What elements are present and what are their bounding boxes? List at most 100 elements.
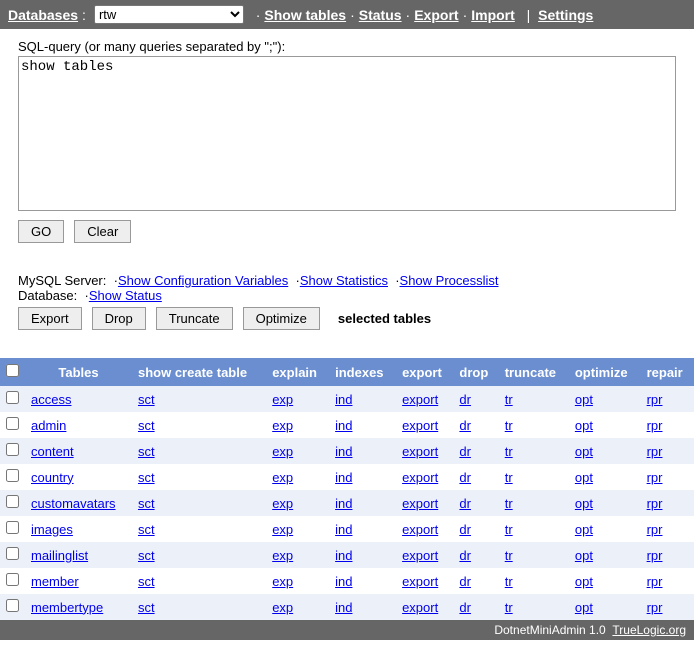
- optimize-link[interactable]: opt: [575, 522, 593, 537]
- truncate-button[interactable]: Truncate: [156, 307, 233, 330]
- export-link[interactable]: export: [402, 444, 438, 459]
- export-link[interactable]: export: [402, 522, 438, 537]
- optimize-link[interactable]: opt: [575, 496, 593, 511]
- table-name-link[interactable]: membertype: [31, 600, 103, 615]
- row-checkbox[interactable]: [6, 417, 19, 430]
- drop-button[interactable]: Drop: [92, 307, 146, 330]
- footer-link[interactable]: TrueLogic.org: [612, 623, 686, 637]
- repair-link[interactable]: rpr: [647, 496, 663, 511]
- truncate-link[interactable]: tr: [505, 418, 513, 433]
- indexes-link[interactable]: ind: [335, 600, 352, 615]
- drop-link[interactable]: dr: [459, 444, 471, 459]
- go-button[interactable]: GO: [18, 220, 64, 243]
- drop-link[interactable]: dr: [459, 418, 471, 433]
- truncate-link[interactable]: tr: [505, 496, 513, 511]
- sct-link[interactable]: sct: [138, 496, 155, 511]
- truncate-link[interactable]: tr: [505, 548, 513, 563]
- export-link[interactable]: export: [402, 496, 438, 511]
- table-name-link[interactable]: country: [31, 470, 74, 485]
- drop-link[interactable]: dr: [459, 496, 471, 511]
- table-name-link[interactable]: content: [31, 444, 74, 459]
- optimize-link[interactable]: opt: [575, 418, 593, 433]
- explain-link[interactable]: exp: [272, 574, 293, 589]
- explain-link[interactable]: exp: [272, 392, 293, 407]
- export-link[interactable]: export: [402, 470, 438, 485]
- repair-link[interactable]: rpr: [647, 392, 663, 407]
- table-name-link[interactable]: customavatars: [31, 496, 116, 511]
- repair-link[interactable]: rpr: [647, 418, 663, 433]
- truncate-link[interactable]: tr: [505, 470, 513, 485]
- sql-query-input[interactable]: show tables: [18, 56, 676, 211]
- show-proc-link[interactable]: Show Processlist: [400, 273, 499, 288]
- sct-link[interactable]: sct: [138, 574, 155, 589]
- truncate-link[interactable]: tr: [505, 392, 513, 407]
- export-link[interactable]: export: [402, 418, 438, 433]
- explain-link[interactable]: exp: [272, 496, 293, 511]
- explain-link[interactable]: exp: [272, 444, 293, 459]
- sct-link[interactable]: sct: [138, 444, 155, 459]
- indexes-link[interactable]: ind: [335, 392, 352, 407]
- sct-link[interactable]: sct: [138, 548, 155, 563]
- table-name-link[interactable]: mailinglist: [31, 548, 88, 563]
- optimize-link[interactable]: opt: [575, 392, 593, 407]
- import-link[interactable]: Import: [471, 7, 515, 23]
- export-link[interactable]: export: [402, 548, 438, 563]
- table-name-link[interactable]: access: [31, 392, 71, 407]
- export-link[interactable]: export: [402, 574, 438, 589]
- row-checkbox[interactable]: [6, 391, 19, 404]
- repair-link[interactable]: rpr: [647, 548, 663, 563]
- row-checkbox[interactable]: [6, 495, 19, 508]
- sct-link[interactable]: sct: [138, 392, 155, 407]
- database-select[interactable]: rtw: [94, 5, 244, 24]
- row-checkbox[interactable]: [6, 443, 19, 456]
- drop-link[interactable]: dr: [459, 600, 471, 615]
- truncate-link[interactable]: tr: [505, 444, 513, 459]
- row-checkbox[interactable]: [6, 469, 19, 482]
- select-all-checkbox[interactable]: [6, 364, 19, 377]
- repair-link[interactable]: rpr: [647, 600, 663, 615]
- clear-button[interactable]: Clear: [74, 220, 131, 243]
- export-link[interactable]: Export: [414, 7, 458, 23]
- truncate-link[interactable]: tr: [505, 574, 513, 589]
- drop-link[interactable]: dr: [459, 470, 471, 485]
- optimize-button[interactable]: Optimize: [243, 307, 320, 330]
- indexes-link[interactable]: ind: [335, 444, 352, 459]
- indexes-link[interactable]: ind: [335, 496, 352, 511]
- settings-link[interactable]: Settings: [538, 7, 593, 23]
- optimize-link[interactable]: opt: [575, 444, 593, 459]
- export-link[interactable]: export: [402, 392, 438, 407]
- repair-link[interactable]: rpr: [647, 522, 663, 537]
- explain-link[interactable]: exp: [272, 470, 293, 485]
- export-button[interactable]: Export: [18, 307, 82, 330]
- drop-link[interactable]: dr: [459, 392, 471, 407]
- export-link[interactable]: export: [402, 600, 438, 615]
- show-config-link[interactable]: Show Configuration Variables: [118, 273, 288, 288]
- row-checkbox[interactable]: [6, 547, 19, 560]
- indexes-link[interactable]: ind: [335, 522, 352, 537]
- indexes-link[interactable]: ind: [335, 418, 352, 433]
- sct-link[interactable]: sct: [138, 522, 155, 537]
- truncate-link[interactable]: tr: [505, 522, 513, 537]
- table-name-link[interactable]: admin: [31, 418, 66, 433]
- sct-link[interactable]: sct: [138, 470, 155, 485]
- show-stats-link[interactable]: Show Statistics: [300, 273, 388, 288]
- show-tables-link[interactable]: Show tables: [264, 7, 346, 23]
- table-name-link[interactable]: member: [31, 574, 79, 589]
- table-name-link[interactable]: images: [31, 522, 73, 537]
- indexes-link[interactable]: ind: [335, 470, 352, 485]
- row-checkbox[interactable]: [6, 573, 19, 586]
- row-checkbox[interactable]: [6, 599, 19, 612]
- optimize-link[interactable]: opt: [575, 574, 593, 589]
- repair-link[interactable]: rpr: [647, 444, 663, 459]
- indexes-link[interactable]: ind: [335, 548, 352, 563]
- drop-link[interactable]: dr: [459, 548, 471, 563]
- drop-link[interactable]: dr: [459, 522, 471, 537]
- optimize-link[interactable]: opt: [575, 600, 593, 615]
- sct-link[interactable]: sct: [138, 418, 155, 433]
- explain-link[interactable]: exp: [272, 600, 293, 615]
- row-checkbox[interactable]: [6, 521, 19, 534]
- optimize-link[interactable]: opt: [575, 470, 593, 485]
- drop-link[interactable]: dr: [459, 574, 471, 589]
- optimize-link[interactable]: opt: [575, 548, 593, 563]
- truncate-link[interactable]: tr: [505, 600, 513, 615]
